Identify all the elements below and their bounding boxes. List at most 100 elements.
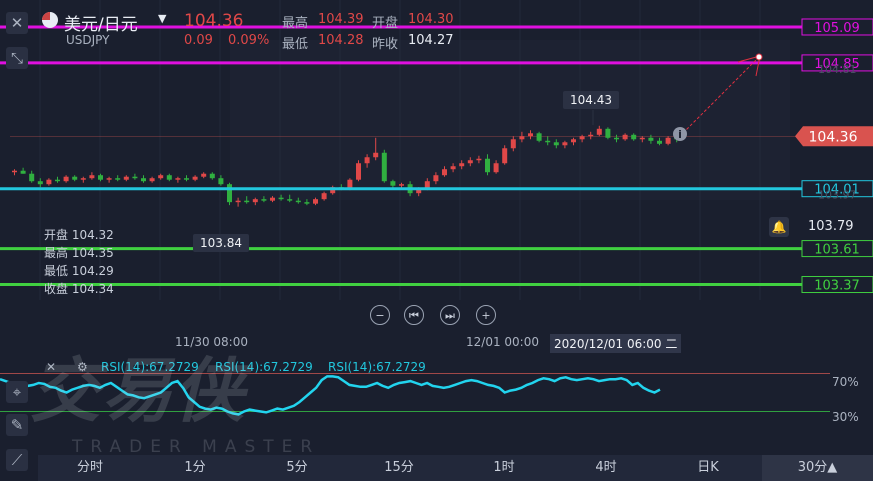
candle-body [158,175,164,179]
candle-body [218,178,224,185]
candle-body [321,193,327,200]
tf-15min[interactable]: 15分 [379,455,419,481]
high-tooltip: 104.43 [563,91,619,109]
crosshair-time: 2020/12/01 06:00 二 [550,334,682,353]
watermark-sub: TRADER MASTER [72,437,321,457]
ghost-axis-label: 103.97 [818,189,857,202]
high-value: 104.39 [318,12,364,27]
candle-body [605,128,611,138]
candle-body [106,178,112,180]
candle-body [244,200,250,203]
step-back-button[interactable]: ⏮ [404,305,424,325]
candle-body [373,152,379,158]
tf-5min[interactable]: 5分 [277,455,317,481]
candle-body [29,173,35,182]
ohlc-high: 最高 104.35 [44,246,114,260]
ohlc-open: 开盘 104.32 [44,228,114,242]
candle-body [528,133,533,137]
candle-body [485,158,490,173]
flag-icon [42,12,58,28]
open-value: 104.30 [408,12,454,27]
candle-body [579,136,585,140]
symbol-name[interactable]: 美元/日元 [64,10,138,35]
symbol-code: USDJPY [66,33,110,47]
step-forward-button[interactable]: ⏭ [440,305,460,325]
low-tooltip: 103.84 [193,234,249,252]
candle-body [313,199,318,204]
candle-body [141,178,146,182]
current-price: 104.36 [184,11,244,31]
tf-1min[interactable]: 1分 [175,455,215,481]
prev-close-label: 昨收 [372,37,399,52]
candle-body [192,176,198,180]
candle-body [63,176,69,182]
price-level-label: 105.09 [814,21,860,36]
candle-body [115,178,121,180]
candle-body [227,184,232,203]
rsi-30-label: 30% [832,410,859,424]
timeframe-bar [38,455,873,481]
info-icon-glyph: i [678,128,682,141]
candle-body [467,160,473,164]
ohlc-low: 最低 104.29 [44,264,114,278]
candle-body [433,175,439,182]
current-price-tag-label: 104.36 [809,129,858,145]
forecast-anchor [755,53,763,61]
low-label: 最低 [282,37,309,52]
candle-body [98,175,103,180]
alert-price: 103.79 [808,219,854,234]
dropdown-icon[interactable]: ▼ [158,12,166,25]
candle-body [648,137,654,141]
trend-icon[interactable]: ⟋ [6,449,28,471]
candle-body [493,163,499,173]
candle-body [510,139,516,149]
price-level-label: 103.37 [814,279,860,294]
tf-1hour[interactable]: 1时 [484,455,524,481]
candle-body [295,200,301,203]
collapse-icon[interactable]: ⤡ [6,47,28,69]
rsi-label-3: RSI(14):67.2729 [328,360,426,374]
tf-4hour[interactable]: 4时 [586,455,626,481]
rsi-70-label: 70% [832,375,859,389]
tf-30min-selected[interactable]: 30分▲ [762,455,873,481]
candle-body [545,140,551,143]
zoom-out-button[interactable]: − [370,305,390,325]
candle-body [235,200,241,203]
bell-icon[interactable]: 🔔 [769,217,789,237]
prev-close-value: 104.27 [408,33,454,48]
change-value: 0.09 [184,33,213,48]
candle-body [270,197,275,201]
candle-body [12,170,17,173]
candle-body [252,199,258,203]
price-level-label: 103.61 [814,243,860,258]
candle-body [588,134,594,137]
ghost-axis-label: 104.81 [818,63,857,76]
tf-daily[interactable]: 日K [688,455,728,481]
candle-body [657,140,662,144]
candle-body [20,170,26,174]
candle-body [614,137,619,140]
candle-body [72,176,78,180]
low-value: 104.28 [318,33,364,48]
pencil-icon[interactable]: ✎ [6,414,28,436]
change-percent: 0.09% [228,33,270,48]
ruler-icon[interactable]: ⌖ [6,381,28,403]
candle-body [55,179,60,182]
candle-body [37,181,43,185]
tf-intraday[interactable]: 分时 [70,455,110,481]
candle-body [287,199,293,201]
candle-body [364,157,370,164]
candle-body [80,178,86,180]
candle-body [356,163,361,180]
close-icon[interactable]: ✕ [6,12,28,34]
candle-body [596,128,602,135]
watermark-logo: 交易侠 [30,350,246,432]
candle-body [536,133,542,141]
candle-body [553,142,559,146]
candle-body [46,179,52,185]
candle-body [184,178,189,180]
candle-body [476,158,482,161]
zoom-in-button[interactable]: + [476,305,496,325]
candle-body [149,178,155,182]
candle-body [450,166,456,170]
